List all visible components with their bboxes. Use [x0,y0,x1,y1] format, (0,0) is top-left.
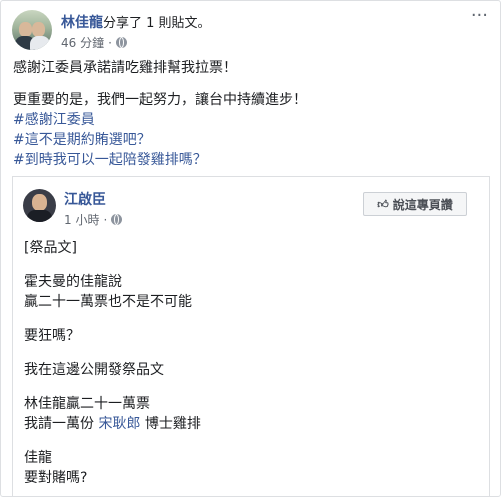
text-line: 佳龍 [24,450,52,466]
mention-link[interactable]: 宋耿郎 [98,416,140,432]
text-line: 我請一萬份 宋耿郎 博士雞排 [24,414,201,434]
text-fragment: 博士雞排 [144,416,201,432]
shared-post-meta: 1 小時 · [64,211,123,228]
feed-post: 林佳龍分享了 1 則貼文。 46 分鐘 · ··· 感謝江委員承諾請吃雞排幫我拉… [0,0,501,497]
text-line: 霍夫曼的佳龍說 [24,274,122,290]
like-page-label: 說這專頁讚 [392,197,453,212]
hashtag-link[interactable]: #這不是期約賄選吧？ [13,130,207,150]
text-line: 贏二十一萬票也不是不可能 [24,294,192,310]
post-timestamp[interactable]: 46 分鐘 [61,34,104,51]
text-line: [祭品文] [24,240,77,256]
globe-icon[interactable] [115,37,127,48]
text-line: 林佳龍贏二十一萬票 [24,396,150,412]
shared-author-name[interactable]: 江啟臣 [64,189,106,209]
globe-icon[interactable] [111,214,123,225]
like-page-button[interactable]: 👍︎ 說這專頁讚 [363,192,467,216]
text-fragment: 我請一萬份 [24,416,94,432]
author-name[interactable]: 林佳龍 [61,15,103,31]
post-header: 林佳龍分享了 1 則貼文。 [61,12,211,32]
text-line: 要對賭嗎? [24,470,88,486]
shared-post: 江啟臣 1 小時 · 👍︎ 說這專頁讚 [祭品文] 霍夫曼的佳龍說 贏二十一萬票… [12,176,490,497]
share-action-text: 分享了 1 則貼文。 [103,16,211,31]
shared-post-timestamp[interactable]: 1 小時 [64,211,99,228]
text-line: 要狂嗎？ [24,328,80,344]
author-avatar[interactable] [12,10,52,50]
shared-post-text: [祭品文] 霍夫曼的佳龍說 贏二十一萬票也不是不可能 要狂嗎？ 我在這邊公開發祭… [24,238,201,497]
hashtag-list: #感謝江委員 #這不是期約賄選吧？ #到時我可以一起陪發雞排嗎？ [13,110,207,170]
post-meta: 46 分鐘 · [61,34,127,51]
more-options-icon[interactable]: ··· [471,5,488,26]
hashtag-link[interactable]: #到時我可以一起陪發雞排嗎？ [13,150,207,170]
message-line: 感謝江委員承諾請吃雞排幫我拉票！ [13,60,237,76]
message-line: 更重要的是，我們一起努力，讓台中持續進步！ [13,92,307,108]
hashtag-link[interactable]: #感謝江委員 [13,110,207,130]
thumbs-up-icon: 👍︎ [377,197,389,211]
shared-author-avatar[interactable] [23,189,56,222]
text-line: 我在這邊公開發祭品文 [24,362,164,378]
